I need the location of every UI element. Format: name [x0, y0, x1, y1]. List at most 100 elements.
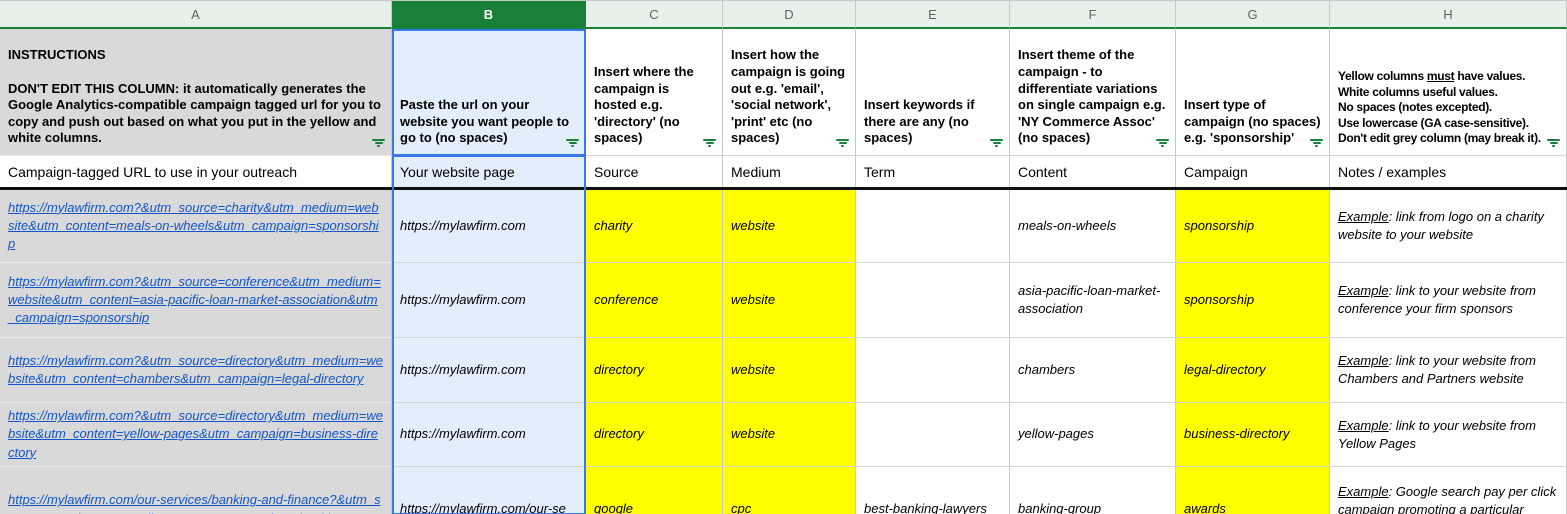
url-cell[interactable]: https://mylawfirm.com?&utm_source=confer…	[0, 263, 392, 338]
field-header-term[interactable]: Term	[856, 156, 1010, 187]
filter-icon[interactable]	[371, 138, 386, 148]
column-letter: B	[483, 6, 494, 22]
instructions-cell-b[interactable]: Paste the url on your website you want p…	[392, 29, 586, 156]
column-letter: E	[928, 6, 937, 22]
url-cell[interactable]: https://mylawfirm.com?&utm_source=direct…	[0, 338, 392, 403]
campaign-cell[interactable]: business-directory	[1176, 403, 1330, 467]
column-header-h[interactable]: H	[1330, 1, 1567, 29]
instruction-text: INSTRUCTIONS DON'T EDIT THIS COLUMN: it …	[8, 47, 381, 146]
campaign-url-link[interactable]: https://mylawfirm.com?&utm_source=charit…	[8, 199, 383, 254]
medium-cell[interactable]: cpc	[723, 467, 856, 514]
spreadsheet: A B C D E F G H INSTRUCTIONS DON'T EDIT …	[0, 0, 1567, 514]
source-cell[interactable]: directory	[586, 338, 723, 403]
filter-icon[interactable]	[1546, 138, 1561, 148]
column-header-c[interactable]: C	[586, 1, 723, 29]
medium-cell[interactable]: website	[723, 190, 856, 263]
campaign-cell[interactable]: awards	[1176, 467, 1330, 514]
page-cell[interactable]: https://mylawfirm.com	[392, 403, 586, 467]
field-header-source[interactable]: Source	[586, 156, 723, 187]
source-cell[interactable]: conference	[586, 263, 723, 338]
field-header-notes[interactable]: Notes / examples	[1330, 156, 1567, 187]
filter-icon[interactable]	[702, 138, 717, 148]
medium-cell[interactable]: website	[723, 403, 856, 467]
column-header-b-selected[interactable]: B	[392, 1, 586, 29]
term-cell[interactable]	[856, 338, 1010, 403]
content-cell[interactable]: meals-on-wheels	[1010, 190, 1176, 263]
campaign-url-link[interactable]: https://mylawfirm.com/our-services/banki…	[8, 491, 383, 514]
content-cell[interactable]: yellow-pages	[1010, 403, 1176, 467]
instruction-line: No spaces (notes excepted).	[1338, 100, 1492, 115]
instruction-line: Use lowercase (GA case-sensitive).	[1338, 115, 1529, 130]
instruction-line: White columns useful values.	[1338, 84, 1498, 99]
instruction-text: Insert keywords if there are any (no spa…	[864, 97, 975, 146]
instruction-text: Insert theme of the campaign - to differ…	[1018, 47, 1166, 146]
column-header-e[interactable]: E	[856, 1, 1010, 29]
page-cell[interactable]: https://mylawfirm.com	[392, 338, 586, 403]
column-header-d[interactable]: D	[723, 1, 856, 29]
filter-icon[interactable]	[835, 138, 850, 148]
instructions-cell-e[interactable]: Insert keywords if there are any (no spa…	[856, 29, 1010, 156]
column-header-f[interactable]: F	[1010, 1, 1176, 29]
notes-cell[interactable]: Example: Google search pay per click cam…	[1330, 467, 1567, 514]
field-header-content[interactable]: Content	[1010, 156, 1176, 187]
filter-icon[interactable]	[989, 138, 1004, 148]
column-header-g[interactable]: G	[1176, 1, 1330, 29]
field-header-text: Campaign-tagged URL to use in your outre…	[8, 163, 297, 180]
medium-cell[interactable]: website	[723, 263, 856, 338]
url-cell[interactable]: https://mylawfirm.com?&utm_source=direct…	[0, 403, 392, 467]
column-header-a[interactable]: A	[0, 1, 392, 29]
campaign-url-link[interactable]: https://mylawfirm.com?&utm_source=confer…	[8, 273, 383, 328]
content-cell[interactable]: chambers	[1010, 338, 1176, 403]
campaign-cell[interactable]: legal-directory	[1176, 338, 1330, 403]
note-text: Example: Google search pay per click cam…	[1338, 484, 1557, 514]
notes-cell[interactable]: Example: link from logo on a charity web…	[1330, 190, 1567, 263]
source-cell[interactable]: directory	[586, 403, 723, 467]
instructions-cell-f[interactable]: Insert theme of the campaign - to differ…	[1010, 29, 1176, 156]
notes-cell[interactable]: Example: link to your website from Yello…	[1330, 403, 1567, 467]
campaign-url-link[interactable]: https://mylawfirm.com?&utm_source=direct…	[8, 407, 383, 462]
instructions-cell-c[interactable]: Insert where the campaign is hosted e.g.…	[586, 29, 723, 156]
field-header-text: Your website page	[400, 163, 515, 180]
field-header-text: Content	[1018, 163, 1068, 180]
field-header-text: Notes / examples	[1338, 163, 1447, 180]
content-cell[interactable]: banking-group	[1010, 467, 1176, 514]
campaign-cell[interactable]: sponsorship	[1176, 263, 1330, 338]
instructions-cell-g[interactable]: Insert type of campaign (no spaces) e.g.…	[1176, 29, 1330, 156]
content-cell[interactable]: asia-pacific-loan-market-association	[1010, 263, 1176, 338]
notes-cell[interactable]: Example: link to your website from confe…	[1330, 263, 1567, 338]
column-letter: H	[1443, 6, 1453, 22]
notes-cell[interactable]: Example: link to your website from Chamb…	[1330, 338, 1567, 403]
column-letter: F	[1088, 6, 1097, 22]
term-cell[interactable]	[856, 263, 1010, 338]
source-cell[interactable]: charity	[586, 190, 723, 263]
page-cell[interactable]: https://mylawfirm.com	[392, 190, 586, 263]
term-cell[interactable]	[856, 190, 1010, 263]
instruction-line: Don't edit grey column (may break it).	[1338, 131, 1541, 146]
campaign-cell[interactable]: sponsorship	[1176, 190, 1330, 263]
filter-icon[interactable]	[1155, 138, 1170, 148]
url-cell[interactable]: https://mylawfirm.com/our-services/banki…	[0, 467, 392, 514]
term-cell[interactable]: best-banking-lawyers	[856, 467, 1010, 514]
instructions-cell-d[interactable]: Insert how the campaign is going out e.g…	[723, 29, 856, 156]
field-header-campaign[interactable]: Campaign	[1176, 156, 1330, 187]
instructions-cell-a[interactable]: INSTRUCTIONS DON'T EDIT THIS COLUMN: it …	[0, 29, 392, 156]
page-cell[interactable]: https://mylawfirm.com/our-se	[392, 467, 586, 514]
filter-icon[interactable]	[565, 138, 580, 148]
medium-cell[interactable]: website	[723, 338, 856, 403]
source-cell[interactable]: google	[586, 467, 723, 514]
column-letter: G	[1247, 6, 1258, 22]
field-header-medium[interactable]: Medium	[723, 156, 856, 187]
field-header-url[interactable]: Campaign-tagged URL to use in your outre…	[0, 156, 392, 187]
url-cell[interactable]: https://mylawfirm.com?&utm_source=charit…	[0, 190, 392, 263]
page-cell[interactable]: https://mylawfirm.com	[392, 263, 586, 338]
note-text: Example: link to your website from Chamb…	[1338, 353, 1536, 386]
term-cell[interactable]	[856, 403, 1010, 467]
instructions-cell-h[interactable]: Yellow columns must have values. White c…	[1330, 29, 1567, 156]
campaign-url-link[interactable]: https://mylawfirm.com?&utm_source=direct…	[8, 352, 383, 388]
filter-icon[interactable]	[1309, 138, 1324, 148]
field-header-text: Source	[594, 163, 639, 180]
note-text: Example: link from logo on a charity web…	[1338, 209, 1544, 242]
field-header-page[interactable]: Your website page	[392, 156, 586, 187]
column-letter: D	[784, 6, 794, 22]
field-header-text: Term	[864, 163, 896, 180]
